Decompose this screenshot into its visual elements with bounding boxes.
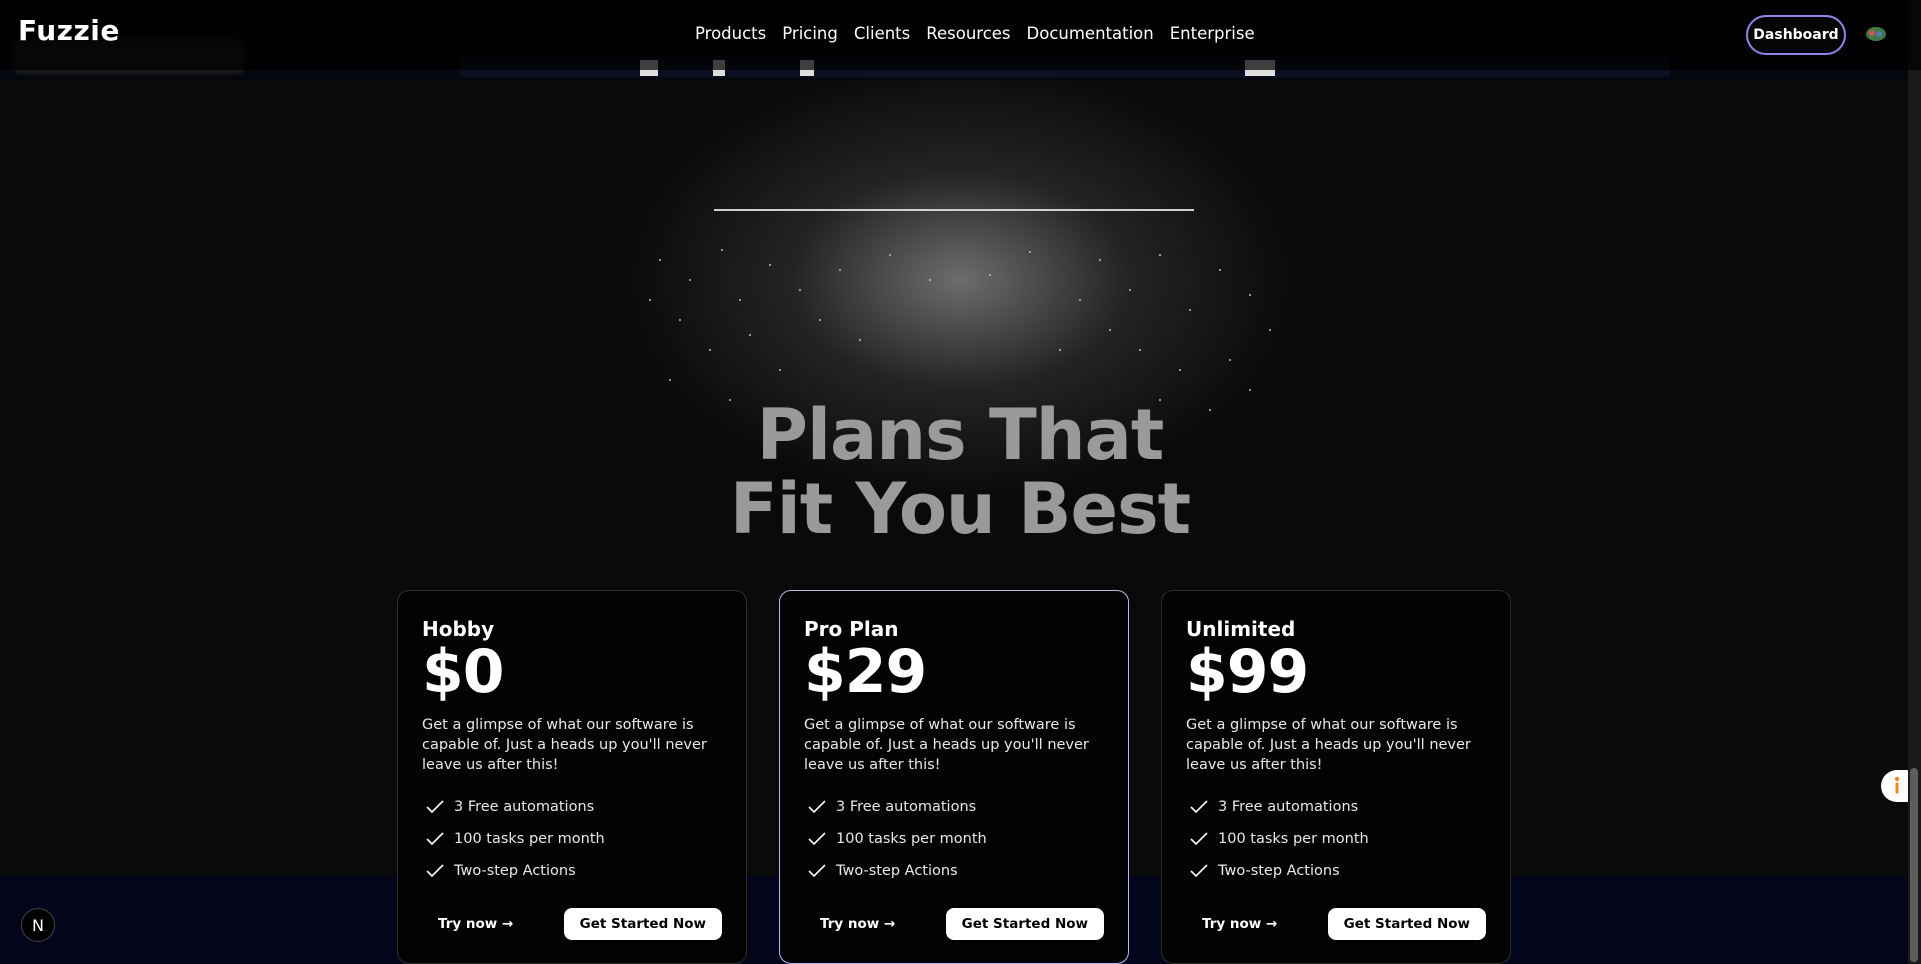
try-now-link[interactable]: Try now → <box>1202 916 1277 932</box>
feature-item: 100 tasks per month <box>804 823 1104 855</box>
nav-products[interactable]: Products <box>695 24 766 43</box>
pricing-heading: Plans That Fit You Best <box>660 398 1260 546</box>
plan-card-hobby: Hobby $0 Get a glimpse of what our softw… <box>397 590 747 964</box>
check-icon <box>808 832 826 846</box>
check-icon <box>1190 832 1208 846</box>
nav-enterprise[interactable]: Enterprise <box>1170 24 1255 43</box>
person-icon <box>1894 776 1900 794</box>
nav-documentation[interactable]: Documentation <box>1027 24 1154 43</box>
plan-price: $29 <box>804 637 927 707</box>
site-header: Fuzzie Products Pricing Clients Resource… <box>0 0 1921 70</box>
heading-line-1: Plans That <box>756 394 1165 476</box>
plan-description: Get a glimpse of what our software is ca… <box>422 717 707 773</box>
feature-label: 100 tasks per month <box>836 831 987 847</box>
try-now-link[interactable]: Try now → <box>438 916 513 932</box>
feature-label: 3 Free automations <box>454 799 595 815</box>
check-icon <box>1190 864 1208 878</box>
check-icon <box>1190 800 1208 814</box>
logo[interactable]: Fuzzie <box>18 14 120 47</box>
feature-list: 3 Free automations 100 tasks per month T… <box>422 791 722 887</box>
plan-description: Get a glimpse of what our software is ca… <box>804 717 1089 773</box>
get-started-button[interactable]: Get Started Now <box>563 908 722 940</box>
check-icon <box>808 800 826 814</box>
feature-item: Two-step Actions <box>1186 855 1486 887</box>
nav-clients[interactable]: Clients <box>854 24 910 43</box>
check-icon <box>426 832 444 846</box>
check-icon <box>426 800 444 814</box>
dashboard-button[interactable]: Dashboard <box>1746 15 1846 55</box>
plan-price: $99 <box>1186 637 1309 707</box>
feature-label: 100 tasks per month <box>454 831 605 847</box>
feature-item: Two-step Actions <box>422 855 722 887</box>
plan-card-pro: Pro Plan $29 Get a glimpse of what our s… <box>779 590 1129 964</box>
user-avatar-icon[interactable] <box>1865 25 1887 43</box>
feature-item: Two-step Actions <box>804 855 1104 887</box>
feature-item: 100 tasks per month <box>422 823 722 855</box>
scrollbar-thumb[interactable] <box>1910 768 1918 962</box>
plan-card-unlimited: Unlimited $99 Get a glimpse of what our … <box>1161 590 1511 964</box>
feature-label: 3 Free automations <box>836 799 977 815</box>
card-actions: Try now → Get Started Now <box>804 908 1104 940</box>
feature-list: 3 Free automations 100 tasks per month T… <box>1186 791 1486 887</box>
lamp-line <box>714 209 1194 211</box>
get-started-button[interactable]: Get Started Now <box>945 908 1104 940</box>
feature-label: Two-step Actions <box>454 863 576 879</box>
feature-label: Two-step Actions <box>1218 863 1340 879</box>
nav-pricing[interactable]: Pricing <box>782 24 838 43</box>
feature-item: 3 Free automations <box>1186 791 1486 823</box>
check-icon <box>808 864 826 878</box>
feature-list: 3 Free automations 100 tasks per month T… <box>804 791 1104 887</box>
feature-item: 100 tasks per month <box>1186 823 1486 855</box>
heading-line-2: Fit You Best <box>729 468 1191 550</box>
plan-price: $0 <box>422 637 505 707</box>
feature-item: 3 Free automations <box>422 791 722 823</box>
nav-resources[interactable]: Resources <box>926 24 1010 43</box>
get-started-button[interactable]: Get Started Now <box>1327 908 1486 940</box>
feature-label: 3 Free automations <box>1218 799 1359 815</box>
feature-label: 100 tasks per month <box>1218 831 1369 847</box>
try-now-link[interactable]: Try now → <box>820 916 895 932</box>
feature-label: Two-step Actions <box>836 863 958 879</box>
card-actions: Try now → Get Started Now <box>1186 908 1486 940</box>
nextjs-badge[interactable]: N <box>21 908 55 942</box>
main-nav: Products Pricing Clients Resources Docum… <box>695 24 1255 43</box>
accessibility-widget-icon[interactable] <box>1881 770 1909 802</box>
page-scrollbar[interactable] <box>1908 0 1921 964</box>
check-icon <box>426 864 444 878</box>
card-actions: Try now → Get Started Now <box>422 908 722 940</box>
plan-description: Get a glimpse of what our software is ca… <box>1186 717 1471 773</box>
feature-item: 3 Free automations <box>804 791 1104 823</box>
